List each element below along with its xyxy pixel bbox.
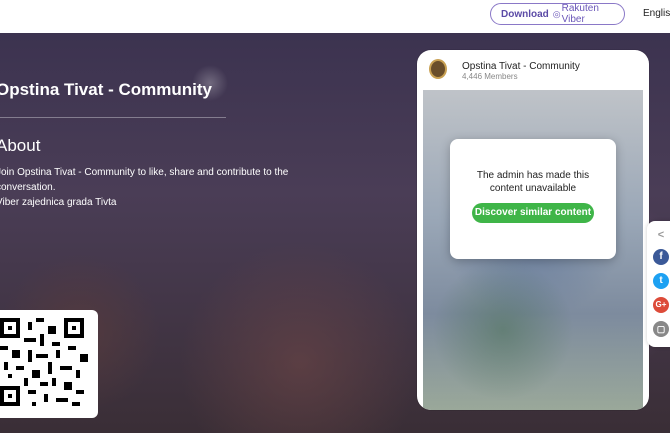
about-line: conversation.: [0, 182, 56, 193]
community-title: Opstina Tivat - Community: [0, 80, 212, 99]
member-count: 4,446 Members: [462, 72, 518, 81]
download-viber-button[interactable]: Download ◎ Rakuten Viber: [490, 3, 625, 25]
message-line: The admin has made this: [476, 170, 590, 181]
language-selector[interactable]: English: [643, 8, 670, 19]
about-line: Viber zajednica grada Tivta: [0, 197, 117, 208]
copy-link-icon[interactable]: ▢: [653, 321, 669, 337]
google-plus-icon[interactable]: G+: [653, 297, 669, 313]
community-avatar: [429, 59, 447, 79]
community-name: Opstina Tivat - Community: [462, 61, 580, 72]
about-line: Join Opstina Tivat - Community to like, …: [0, 167, 289, 178]
qr-code-icon: [0, 318, 88, 410]
qr-code: [0, 310, 98, 418]
download-label: Download: [501, 8, 549, 20]
message-line: content unavailable: [489, 183, 577, 194]
about-heading: About: [0, 136, 41, 155]
brand-label: Rakuten Viber: [561, 3, 599, 25]
twitter-icon[interactable]: t: [653, 273, 669, 289]
unavailable-message: The admin has made this content unavaila…: [450, 169, 616, 195]
share-icon[interactable]: <: [653, 227, 669, 243]
title-divider: [0, 117, 226, 118]
content-unavailable-modal: The admin has made this content unavaila…: [450, 139, 616, 259]
viber-logo-icon: ◎: [552, 8, 561, 19]
viber-brand: ◎ Rakuten Viber: [553, 3, 624, 25]
facebook-icon[interactable]: f: [653, 249, 669, 265]
top-header: Download ◎ Rakuten Viber English: [0, 0, 670, 33]
about-text: Join Opstina Tivat - Community to like, …: [0, 165, 296, 210]
discover-similar-button[interactable]: Discover similar content: [472, 203, 594, 223]
share-bar: < f t G+ ▢: [647, 221, 670, 347]
